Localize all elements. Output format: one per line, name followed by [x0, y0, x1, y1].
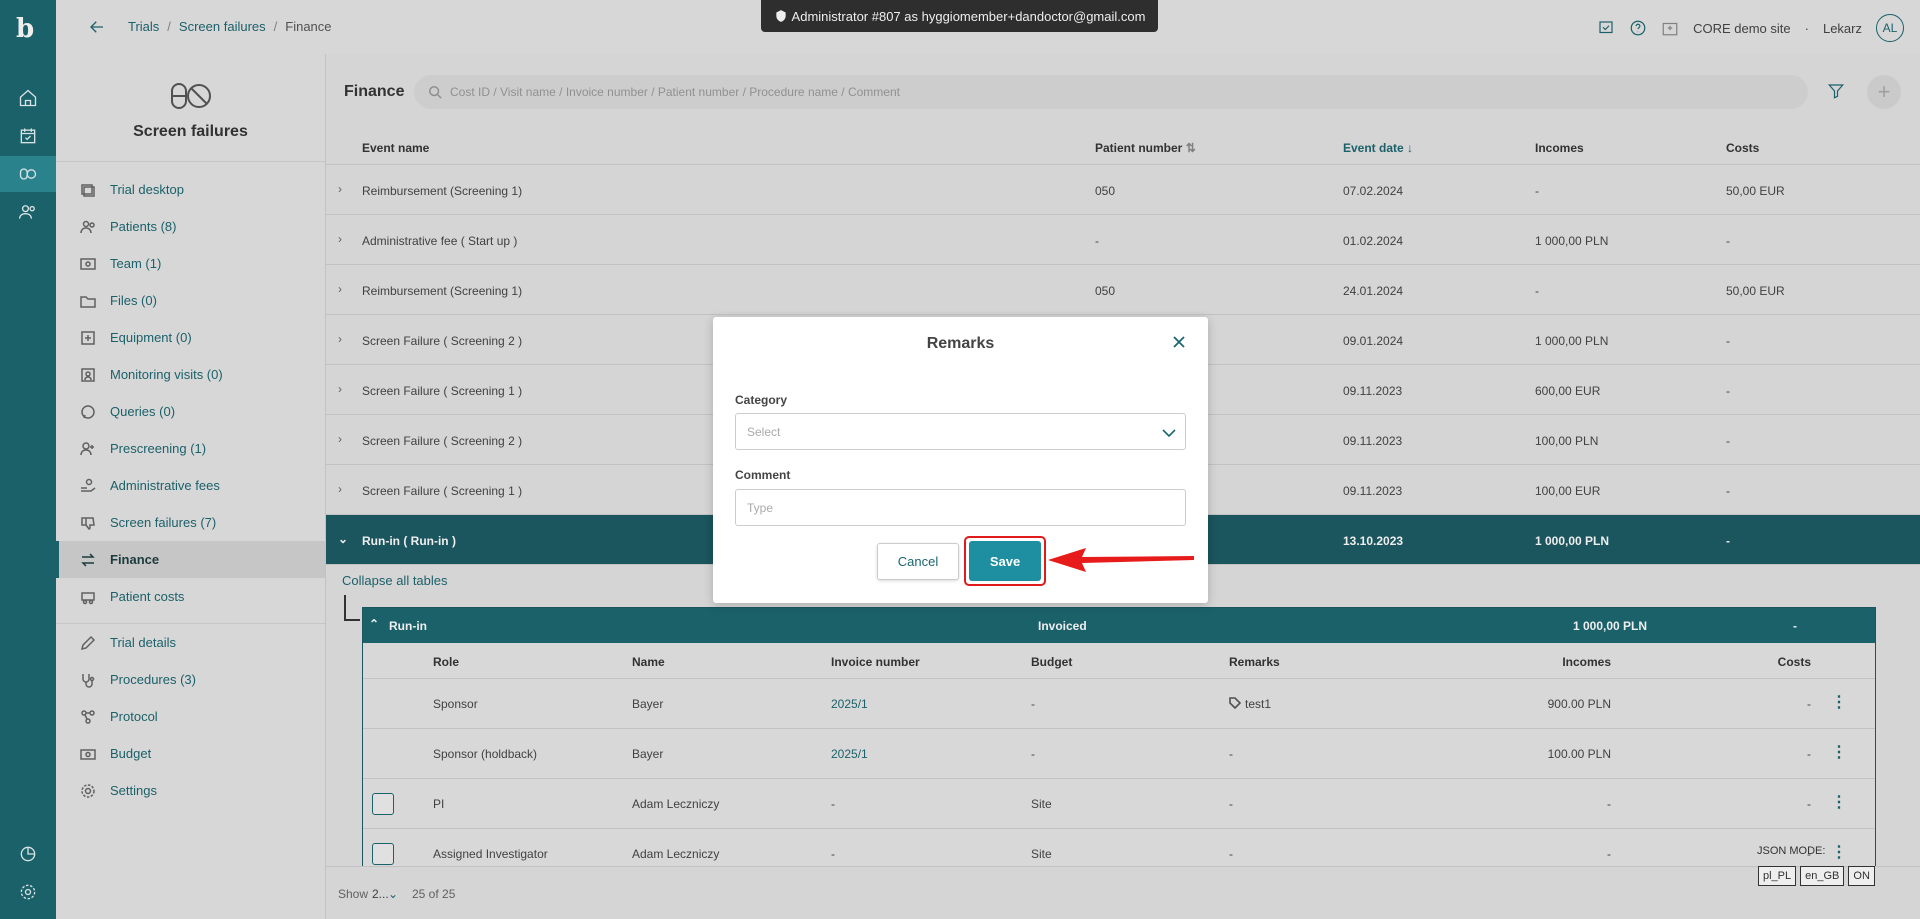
category-label: Category: [735, 393, 788, 407]
cancel-button[interactable]: Cancel: [877, 543, 959, 580]
category-select[interactable]: Select: [735, 413, 1186, 450]
chevron-down-icon: [1162, 429, 1176, 438]
save-button[interactable]: Save: [969, 541, 1041, 581]
comment-label: Comment: [735, 468, 791, 482]
comment-input[interactable]: Type: [735, 489, 1186, 526]
close-button[interactable]: [1172, 335, 1190, 353]
modal-title: Remarks: [926, 335, 995, 352]
annotation-arrow-icon: [1048, 548, 1194, 572]
close-icon: [1173, 336, 1185, 348]
